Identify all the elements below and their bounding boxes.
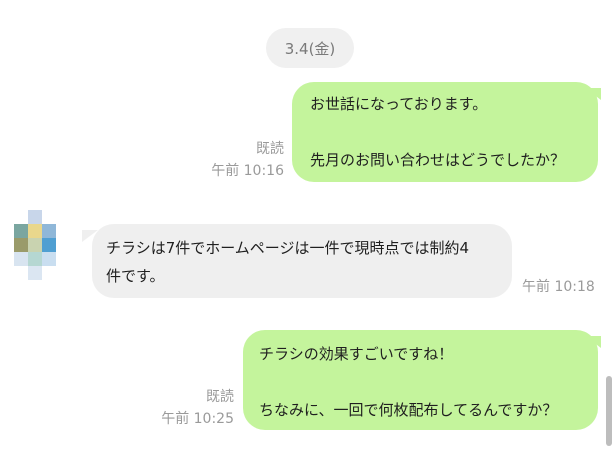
message-bubble-outgoing[interactable]: お世話になっております。 先月のお問い合わせはどうでしたか？ <box>292 82 598 182</box>
bubble-tail <box>585 88 601 100</box>
read-receipt: 既読 <box>256 141 284 157</box>
date-separator: 3.4(金) <box>266 28 354 68</box>
message-time: 午前 10:16 <box>211 163 284 179</box>
scrollbar[interactable] <box>606 376 612 446</box>
chat-window: 3.4(金) お世話になっております。 先月のお問い合わせはどうでしたか？ 既読… <box>0 0 614 454</box>
read-receipt: 既読 <box>206 389 234 405</box>
message-bubble-incoming[interactable]: チラシは7件でホームページは一件で現時点では制約4 件です。 <box>92 224 512 298</box>
message-bubble-outgoing[interactable]: チラシの効果すごいですね！ ちなみに、一回で何枚配布してるんですか？ <box>243 330 598 430</box>
message-time: 午前 10:18 <box>522 279 595 295</box>
message-time: 午前 10:25 <box>161 411 234 427</box>
bubble-tail <box>585 336 601 348</box>
contact-avatar[interactable] <box>14 210 70 280</box>
